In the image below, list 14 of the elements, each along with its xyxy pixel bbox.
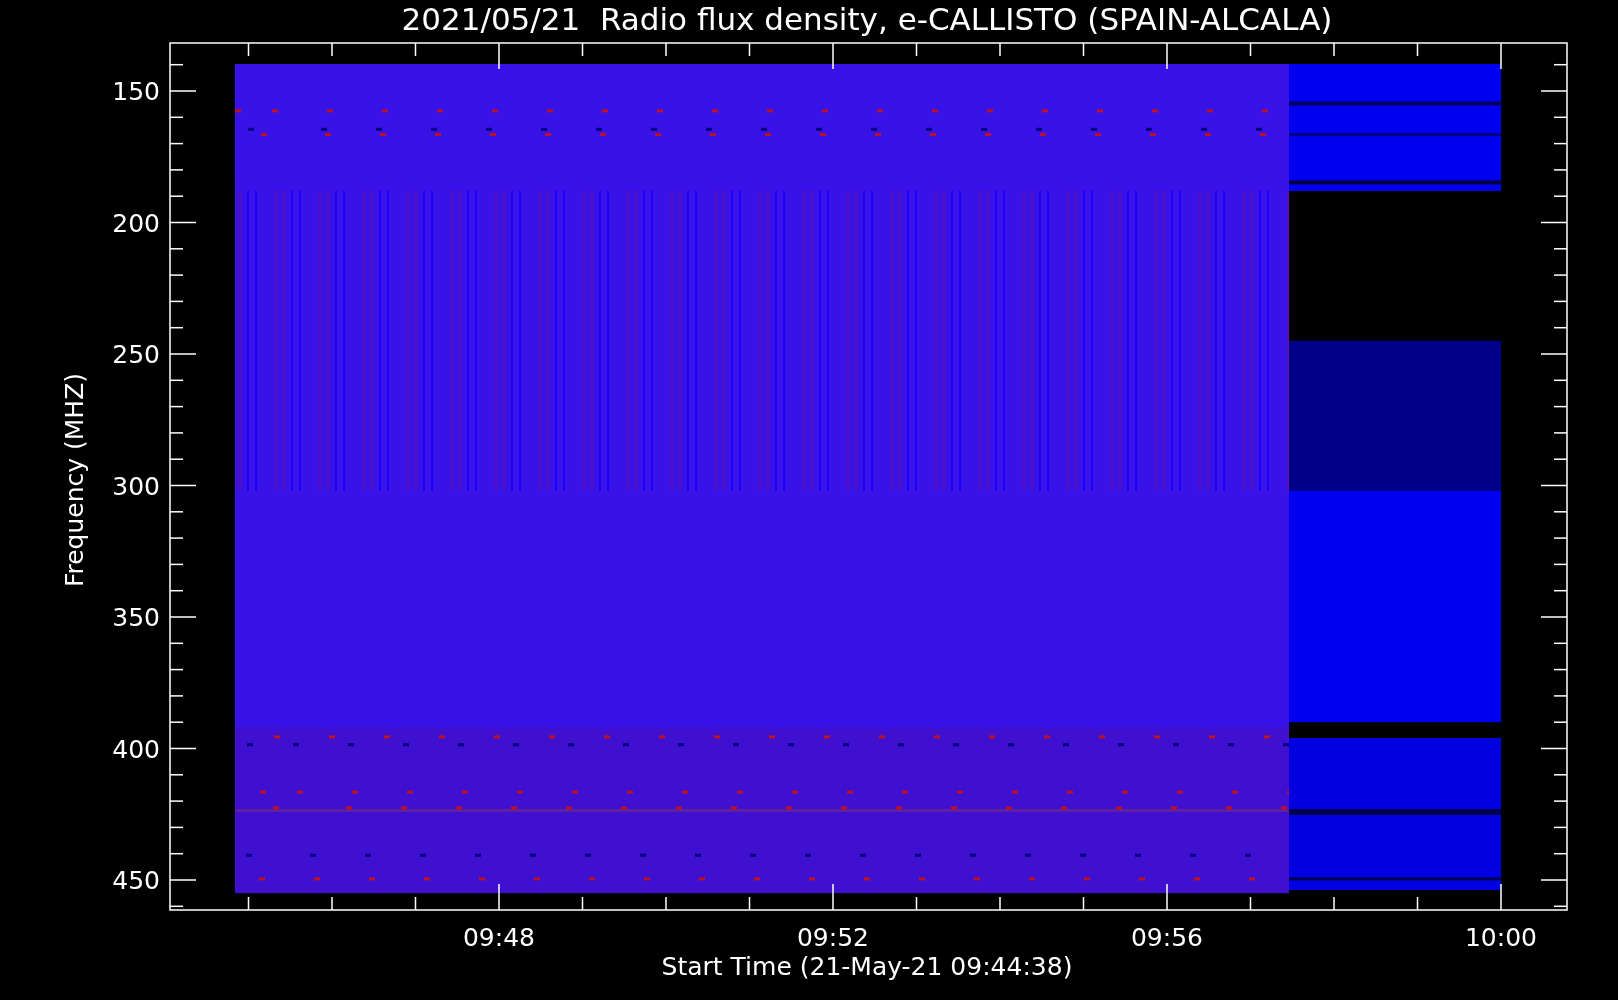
y-tick-label: 450: [112, 866, 160, 895]
y-tick-label: 250: [112, 340, 160, 369]
y-tick-label: 300: [112, 471, 160, 501]
y-tick-label: 400: [112, 734, 160, 764]
x-tick-label: 10:00: [1465, 923, 1537, 952]
axis-title: Start Time (21-May-21 09:44:38): [661, 952, 1073, 981]
x-tick-label: 09:52: [797, 923, 869, 952]
x-tick-label: 09:48: [463, 923, 535, 952]
y-tick-label: 200: [112, 208, 160, 238]
x-tick-label: 09:56: [1131, 923, 1203, 952]
chart-title: 2021/05/21 Radio flux density, e-CALLISTO (SPAIN-ALCALA): [401, 1, 1333, 37]
y-tick-label: 150: [112, 77, 160, 106]
y-tick-label: 350: [112, 603, 160, 632]
axis-title: Frequency (MHZ): [60, 372, 89, 588]
